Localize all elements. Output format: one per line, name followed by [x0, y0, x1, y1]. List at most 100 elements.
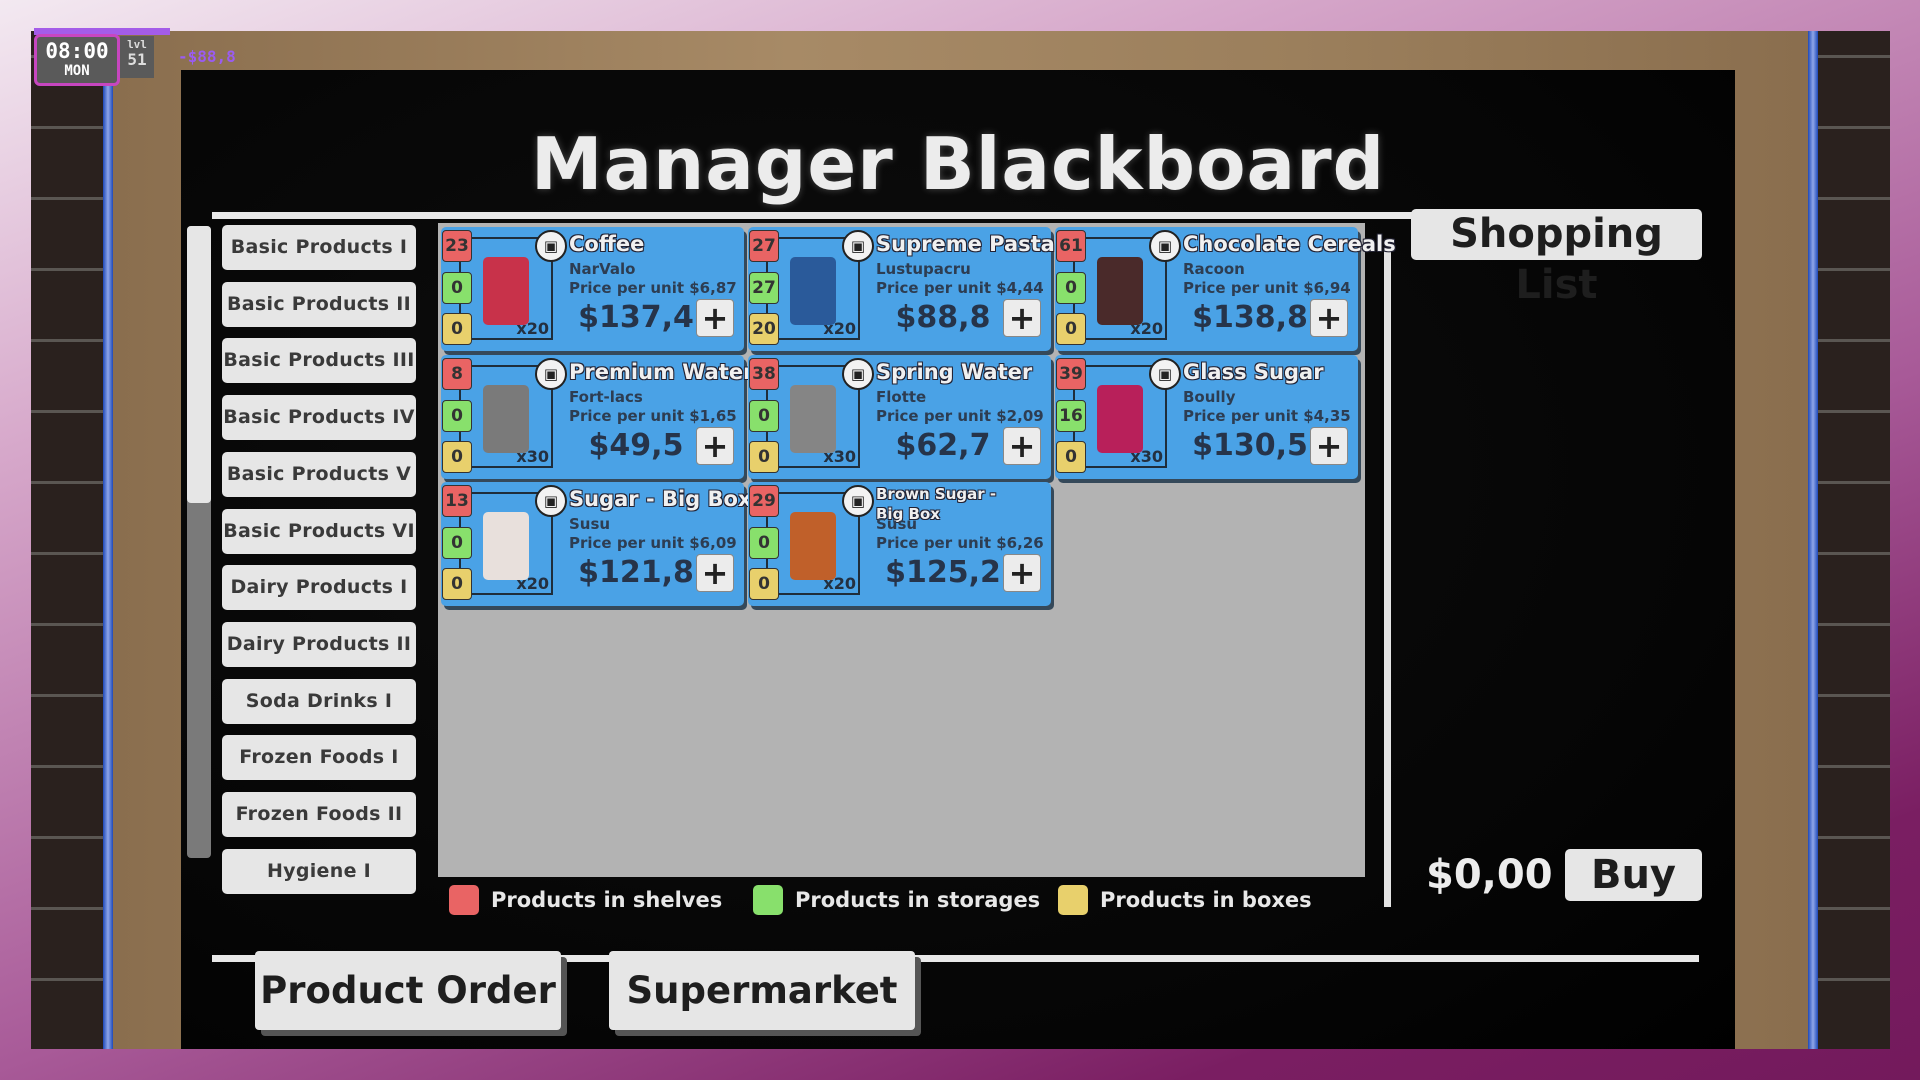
- category-button[interactable]: Hygiene I: [222, 848, 416, 894]
- product-total-price: $138,8: [1192, 300, 1308, 335]
- legend-label-storages: Products in storages: [795, 888, 1041, 912]
- category-scrollbar-thumb[interactable]: [187, 226, 211, 503]
- product-price-per-unit: Price per unit $4,35: [1183, 407, 1351, 425]
- add-to-cart-button[interactable]: +: [696, 299, 734, 337]
- category-scrollbar[interactable]: [187, 226, 211, 858]
- add-to-cart-button[interactable]: +: [1310, 427, 1348, 465]
- legend-swatch-shelves: [449, 885, 479, 915]
- box-icon: ▣: [1149, 230, 1181, 262]
- stock-shelves-count: 38: [749, 358, 779, 390]
- stock-boxes-count: 20: [749, 313, 779, 345]
- add-to-cart-button[interactable]: +: [1310, 299, 1348, 337]
- stock-shelves-count: 27: [749, 230, 779, 262]
- stock-storages-count: 0: [442, 272, 472, 304]
- product-brand: Lustupacru: [876, 260, 971, 278]
- product-brand: Flotte: [876, 388, 927, 406]
- product-price-per-unit: Price per unit $1,65: [569, 407, 737, 425]
- product-image: [790, 257, 836, 325]
- product-price-per-unit: Price per unit $4,44: [876, 279, 1044, 297]
- category-button[interactable]: Basic Products III: [222, 338, 416, 384]
- legend-label-shelves: Products in shelves: [491, 888, 723, 912]
- product-price-per-unit: Price per unit $6,94: [1183, 279, 1351, 297]
- category-button[interactable]: Soda Drinks I: [222, 678, 416, 724]
- product-name: Chocolate Cereals: [1183, 232, 1396, 256]
- category-button[interactable]: Dairy Products I: [222, 565, 416, 611]
- product-image: [790, 385, 836, 453]
- product-price-per-unit: Price per unit $6,09: [569, 534, 737, 552]
- legend-shelves: Products in shelves: [449, 885, 723, 915]
- category-button[interactable]: Basic Products IV: [222, 395, 416, 441]
- legend-boxes: Products in boxes: [1058, 885, 1312, 915]
- product-image: [483, 385, 529, 453]
- brick-wall-left: [31, 31, 111, 1049]
- shopping-total: $0,00: [1426, 852, 1553, 898]
- legend-label-boxes: Products in boxes: [1100, 888, 1312, 912]
- product-card: x20 29 0 0 ▣ Brown Sugar - Big Box Susu …: [748, 482, 1051, 606]
- add-to-cart-button[interactable]: +: [1003, 427, 1041, 465]
- product-image: [483, 257, 529, 325]
- stock-shelves-count: 23: [442, 230, 472, 262]
- product-name: Sugar - Big Box: [569, 487, 752, 511]
- buy-button[interactable]: Buy: [1565, 849, 1702, 901]
- product-order-button[interactable]: Product Order: [255, 951, 561, 1030]
- stock-storages-count: 0: [749, 400, 779, 432]
- stock-shelves-count: 13: [442, 485, 472, 517]
- category-button[interactable]: Basic Products II: [222, 281, 416, 327]
- product-total-price: $125,2: [885, 555, 1001, 590]
- category-button[interactable]: Frozen Foods I: [222, 735, 416, 781]
- product-total-price: $137,4: [578, 300, 694, 335]
- product-card: x20 27 27 20 ▣ Supreme Pasta Lustupacru …: [748, 227, 1055, 351]
- add-to-cart-button[interactable]: +: [1003, 299, 1041, 337]
- product-price-per-unit: Price per unit $2,09: [876, 407, 1044, 425]
- product-image: [483, 512, 529, 580]
- product-brand: Fort-lacs: [569, 388, 643, 406]
- product-multiplier: x20: [516, 574, 549, 593]
- stock-shelves-count: 8: [442, 358, 472, 390]
- product-multiplier: x20: [1130, 319, 1163, 338]
- product-total-price: $88,8: [895, 300, 991, 335]
- category-button[interactable]: Dairy Products II: [222, 621, 416, 667]
- product-card: x30 39 16 0 ▣ Glass Sugar Boully Price p…: [1055, 355, 1358, 479]
- product-card: x30 38 0 0 ▣ Spring Water Flotte Price p…: [748, 355, 1051, 479]
- stock-storages-count: 16: [1056, 400, 1086, 432]
- product-total-price: $130,5: [1192, 428, 1308, 463]
- product-card: x20 13 0 0 ▣ Sugar - Big Box Susu Price …: [441, 482, 752, 606]
- legend-storages: Products in storages: [753, 885, 1041, 915]
- category-button[interactable]: Basic Products V: [222, 451, 416, 497]
- product-multiplier: x30: [1130, 447, 1163, 466]
- add-to-cart-button[interactable]: +: [1003, 554, 1041, 592]
- product-card: x20 61 0 0 ▣ Chocolate Cereals Racoon Pr…: [1055, 227, 1396, 351]
- page-title: Manager Blackboard: [530, 122, 1386, 206]
- box-icon: ▣: [842, 230, 874, 262]
- product-name: Glass Sugar: [1183, 360, 1324, 384]
- level-badge: lvl 51: [120, 36, 154, 78]
- money-change: -$88,8: [178, 47, 236, 66]
- product-multiplier: x20: [516, 319, 549, 338]
- stock-boxes-count: 0: [749, 568, 779, 600]
- clock-day: MON: [64, 63, 90, 79]
- brick-wall-right: [1810, 31, 1890, 1049]
- product-name: Coffee: [569, 232, 645, 256]
- stock-storages-count: 0: [749, 527, 779, 559]
- stock-storages-count: 0: [442, 527, 472, 559]
- category-button[interactable]: Basic Products VI: [222, 508, 416, 554]
- add-to-cart-button[interactable]: +: [696, 427, 734, 465]
- product-card: x20 23 0 0 ▣ Coffee NarValo Price per un…: [441, 227, 744, 351]
- stock-shelves-count: 39: [1056, 358, 1086, 390]
- add-to-cart-button[interactable]: +: [696, 554, 734, 592]
- product-price-per-unit: Price per unit $6,87: [569, 279, 737, 297]
- product-multiplier: x20: [823, 319, 856, 338]
- product-brand: NarValo: [569, 260, 636, 278]
- category-button[interactable]: Frozen Foods II: [222, 792, 416, 837]
- level-value: 51: [127, 50, 147, 69]
- shopping-divider: [1384, 251, 1391, 907]
- stock-storages-count: 0: [1056, 272, 1086, 304]
- product-price-per-unit: Price per unit $6,26: [876, 534, 1044, 552]
- hud-clock: 08:00 MON: [34, 34, 120, 86]
- legend-swatch-storages: [753, 885, 783, 915]
- box-icon: ▣: [1149, 358, 1181, 390]
- stock-boxes-count: 0: [442, 313, 472, 345]
- box-icon: ▣: [535, 358, 567, 390]
- supermarket-button[interactable]: Supermarket: [609, 951, 915, 1030]
- category-button[interactable]: Basic Products I: [222, 225, 416, 270]
